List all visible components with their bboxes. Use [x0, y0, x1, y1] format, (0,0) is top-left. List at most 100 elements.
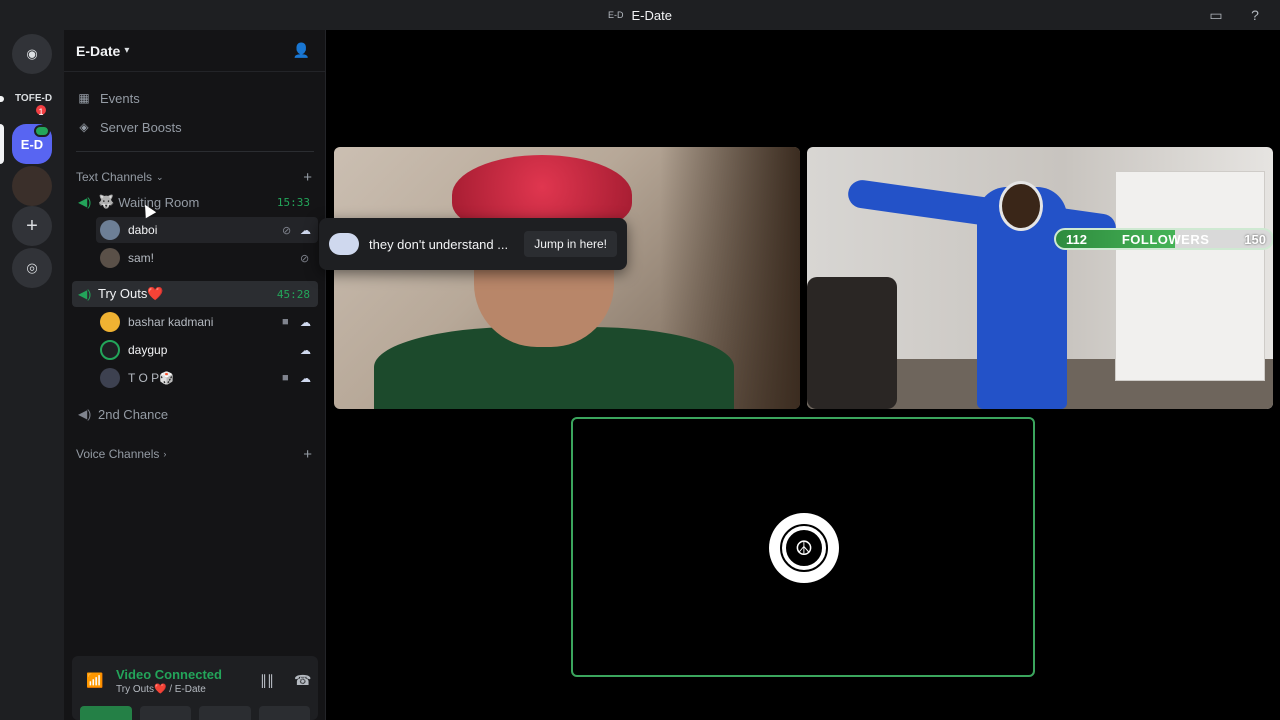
speaker-icon: ◀): [78, 407, 92, 421]
video-tile-participant-2[interactable]: 112 FOLLOWERS 150: [807, 147, 1273, 409]
speaker-icon: ◀): [78, 287, 92, 301]
username: sam!: [128, 251, 155, 265]
signal-icon[interactable]: 📶: [86, 672, 103, 689]
voice-channel-waiting-room[interactable]: ◀) 🐺 Waiting Room 15:33: [72, 189, 318, 215]
video-person-head: [999, 181, 1043, 231]
video-closet-door: [1115, 171, 1265, 381]
avatar: [100, 220, 120, 240]
category-voice-channels[interactable]: Voice Channels › +: [76, 444, 316, 464]
username: T O P🎲: [128, 371, 175, 385]
invite-people-icon[interactable]: 👤: [293, 42, 310, 59]
noise-suppression-icon[interactable]: ∥∥: [260, 672, 274, 689]
server-avatar-button[interactable]: [12, 166, 52, 206]
category-label: Text Channels: [76, 170, 153, 184]
help-icon[interactable]: ?: [1246, 7, 1264, 23]
voice-channel-try-outs[interactable]: ◀) Try Outs❤️ 45:28: [72, 281, 318, 307]
events-label: Events: [100, 90, 140, 106]
voice-action-buttons: [80, 706, 310, 720]
channel-name: 2nd Chance: [98, 406, 169, 422]
peace-logo-icon: ☮: [780, 524, 828, 572]
boost-gem-icon: ◈: [79, 120, 89, 134]
voice-user-daygup[interactable]: daygup ☁: [96, 337, 318, 363]
video-tile-participant-1[interactable]: [334, 147, 800, 409]
events-item[interactable]: ▦ Events: [76, 84, 316, 112]
deafened-icon: ⊘: [300, 252, 310, 265]
create-channel-icon[interactable]: +: [303, 446, 312, 463]
video-icon: ■: [282, 372, 289, 384]
cloud-status-icon: ☁: [300, 344, 311, 357]
user-avatar-logo: ☮: [769, 513, 839, 583]
avatar: [100, 340, 120, 360]
server-boosts-item[interactable]: ◈ Server Boosts: [76, 113, 316, 141]
avatar: [100, 248, 120, 268]
voice-user-sam[interactable]: sam! ⊘: [96, 245, 318, 271]
add-server-button[interactable]: +: [12, 206, 52, 246]
channel-timer: 45:28: [276, 287, 310, 301]
server-boosts-label: Server Boosts: [100, 119, 182, 135]
compass-icon: ◎: [26, 260, 38, 275]
followers-goal-overlay: 112 FOLLOWERS 150: [1054, 228, 1273, 250]
voice-status[interactable]: Video Connected: [116, 667, 222, 682]
camera-button[interactable]: [80, 706, 132, 720]
screen-share-button[interactable]: [139, 706, 191, 720]
server-header[interactable]: E-Date ▾ 👤: [64, 30, 326, 72]
category-label: Voice Channels: [76, 447, 160, 461]
channel-name: Waiting Room: [118, 194, 200, 210]
create-channel-icon[interactable]: +: [303, 169, 312, 186]
voice-user-top[interactable]: T O P🎲 ■ ☁: [96, 365, 318, 391]
deafened-icon: ⊘: [282, 224, 292, 237]
followers-goal: 150: [1244, 231, 1266, 247]
unread-indicator: [0, 96, 4, 102]
username: daygup: [128, 343, 168, 357]
explore-servers-button[interactable]: ◎: [12, 248, 52, 288]
discord-home-button[interactable]: ◉: [12, 34, 52, 74]
inbox-icon[interactable]: ▭: [1207, 7, 1225, 23]
cloud-icon: [329, 233, 359, 255]
voice-channel-2nd-chance[interactable]: ◀) 2nd Chance: [72, 401, 318, 427]
server-tofe-label[interactable]: TOFE-D: [15, 93, 52, 104]
cloud-status-icon: ☁: [300, 316, 311, 329]
soundboard-button[interactable]: [258, 706, 310, 720]
lounge-emoji-icon: 🐺: [98, 194, 115, 209]
server-acronym: E-D: [608, 10, 624, 20]
channel-name: Try Outs❤️: [98, 286, 164, 301]
plus-icon: +: [26, 214, 38, 237]
avatar: [100, 312, 120, 332]
discord-logo-icon: ◉: [26, 46, 38, 61]
voice-location[interactable]: Try Outs❤️ / E-Date: [116, 684, 206, 695]
calendar-icon: ▦: [78, 91, 90, 105]
chevron-down-icon: ⌄: [156, 171, 164, 182]
toast-message: they don't understand ...: [369, 236, 509, 252]
followers-current: 112: [1066, 231, 1087, 247]
mention-badge: 1: [34, 103, 48, 117]
followers-label: FOLLOWERS: [1121, 231, 1210, 247]
server-rail: ◉ TOFE-D E-D 1 + ◎: [0, 30, 64, 720]
jump-in-button[interactable]: Jump in here!: [524, 231, 617, 257]
speaker-icon: ◀): [78, 195, 92, 209]
channel-timer: 15:33: [276, 195, 310, 209]
channel-sidebar: E-Date ▾ 👤 ▦ Events ◈ Server Boosts Text…: [64, 30, 326, 720]
selected-server-indicator: [0, 124, 4, 164]
username: daboi: [128, 223, 158, 237]
cloud-status-icon: ☁: [300, 372, 311, 385]
server-name: E-Date: [76, 42, 121, 59]
title-bar: E-D E-Date ▭ ?: [0, 0, 1280, 30]
video-gaming-chair: [807, 277, 897, 409]
cloud-status-icon: ☁: [300, 224, 311, 237]
avatar: [100, 368, 120, 388]
divider: [76, 151, 314, 152]
activity-toast: they don't understand ... Jump in here!: [319, 218, 627, 270]
video-icon: ■: [282, 316, 289, 328]
category-text-channels[interactable]: Text Channels ⌄ +: [76, 167, 316, 187]
video-live-icon: [34, 125, 50, 137]
activity-button[interactable]: [199, 706, 251, 720]
voice-connection-panel: 📶 Video Connected Try Outs❤️ / E-Date ∥∥…: [72, 656, 318, 720]
video-tile-speaking[interactable]: ☮: [571, 417, 1035, 677]
disconnect-icon[interactable]: ☎: [294, 672, 311, 689]
voice-user-daboi[interactable]: daboi ⊘ ☁: [96, 217, 318, 243]
chevron-right-icon: ›: [163, 449, 167, 459]
voice-user-bashar[interactable]: bashar kadmani ■ ☁: [96, 309, 318, 335]
chevron-down-icon: ▾: [124, 45, 130, 56]
username: bashar kadmani: [128, 315, 214, 329]
window-title: E-Date: [631, 7, 672, 23]
